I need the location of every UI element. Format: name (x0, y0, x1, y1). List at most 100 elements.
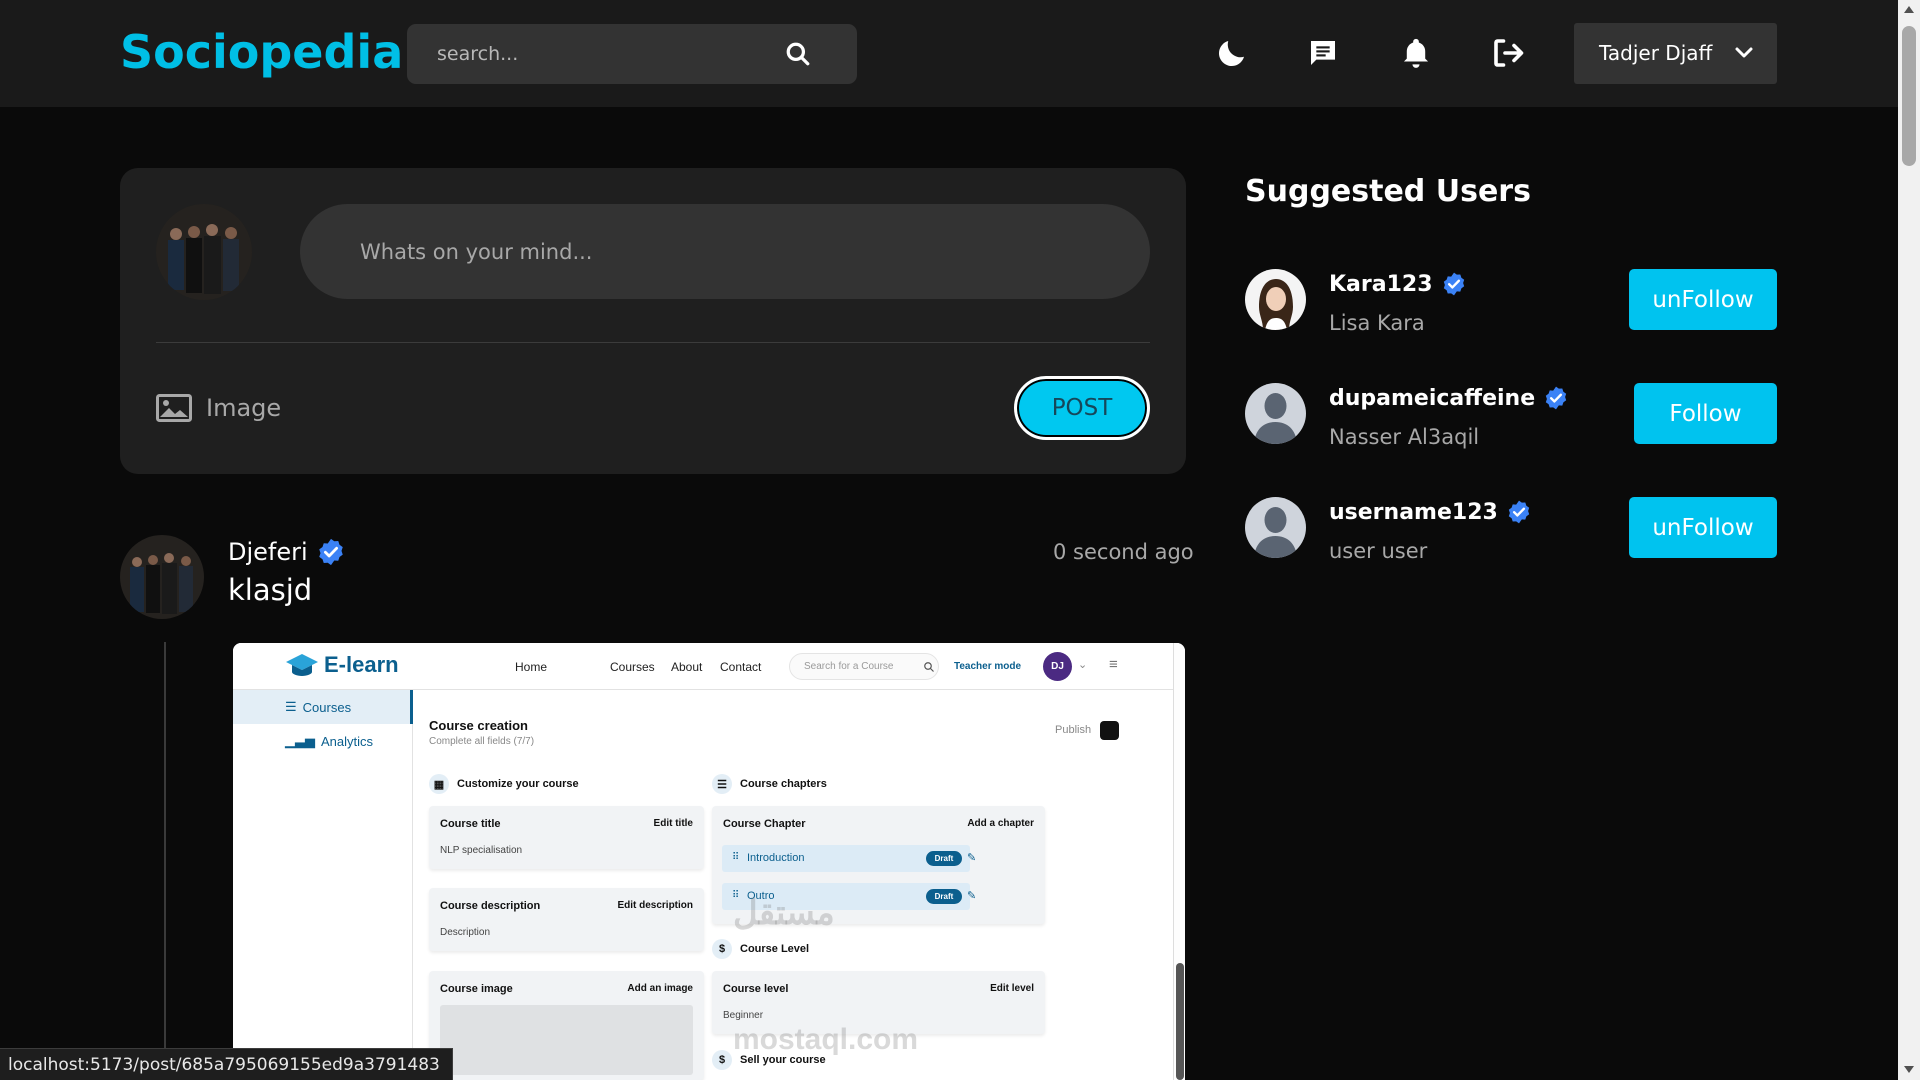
card-title: Course title (440, 818, 501, 830)
suggested-full-name: user user (1329, 539, 1428, 563)
post-image[interactable]: E-learn Home Courses About Contact Searc… (233, 643, 1185, 1080)
post-author-avatar[interactable] (120, 535, 204, 619)
elearn-avatar[interactable]: DJ (1043, 652, 1072, 681)
elearn-logo: E-learn (285, 652, 399, 678)
search-input[interactable] (437, 24, 777, 84)
edit-description-button[interactable]: Edit description (617, 900, 693, 911)
top-navbar: Sociopedia Tadjer Djaff (0, 0, 1898, 107)
chevron-down-icon (1735, 47, 1753, 58)
sidebar-item-label: Courses (302, 699, 352, 715)
search-icon (924, 662, 934, 672)
teacher-mode-link[interactable]: Teacher mode (954, 661, 1021, 672)
verified-icon (1508, 500, 1529, 524)
sidebar-item-courses[interactable]: ☰ Courses (233, 690, 413, 724)
add-chapter-button[interactable]: Add a chapter (967, 818, 1034, 829)
chapters-heading-label: Course chapters (740, 778, 827, 790)
add-image-label: Image (206, 394, 282, 422)
card-value: NLP specialisation (440, 845, 523, 856)
dollar-icon: $ (712, 939, 732, 959)
post-author-name[interactable]: Djeferi (228, 538, 308, 566)
elearn-nav-courses[interactable]: Courses (610, 660, 655, 674)
verified-icon (318, 538, 343, 566)
elearn-nav-contact[interactable]: Contact (720, 660, 761, 674)
suggested-user-row: username123 user user unFollow (1245, 497, 1777, 563)
suggested-username[interactable]: Kara123 (1329, 271, 1467, 297)
course-description-card: Course description Edit description Desc… (429, 888, 704, 951)
scroll-up-icon[interactable] (1904, 6, 1914, 13)
post-timestamp: 0 second ago (1053, 540, 1194, 564)
message-icon[interactable] (1303, 33, 1343, 73)
elearn-content: Course creation Complete all fields (7/7… (413, 690, 1173, 1080)
card-title: Course image (440, 983, 513, 995)
draft-badge: Draft (926, 889, 962, 904)
moon-icon[interactable] (1212, 33, 1252, 73)
edit-level-button[interactable]: Edit level (990, 983, 1034, 994)
course-creation-title: Course creation (429, 718, 528, 733)
elearn-search-placeholder: Search for a Course (804, 661, 894, 672)
customize-heading-label: Customize your course (457, 778, 579, 790)
list-icon: ☰ (285, 699, 297, 714)
elearn-logo-text: E-learn (324, 652, 399, 677)
dollar-icon: $ (712, 1050, 732, 1070)
avatar[interactable] (1245, 383, 1306, 444)
card-title: Course description (440, 900, 541, 912)
level-heading-label: Course Level (740, 943, 810, 955)
chapter-item[interactable]: ⠿ Introduction Draft ✎ (722, 845, 976, 872)
pencil-icon[interactable]: ✎ (967, 851, 976, 864)
add-image-button[interactable]: Image (156, 388, 281, 428)
verified-icon (1443, 272, 1464, 296)
post-author[interactable]: Djeferi (228, 537, 346, 567)
card-value: Description (440, 927, 491, 938)
chapter-name: Introduction (747, 852, 805, 864)
drag-handle-icon[interactable]: ⠿ (732, 852, 739, 863)
user-dropdown[interactable]: Tadjer Djaff (1574, 23, 1777, 84)
elearn-search[interactable]: Search for a Course (789, 653, 939, 680)
post-input-wrapper[interactable] (300, 204, 1150, 299)
verified-icon (1545, 386, 1567, 410)
edit-title-button[interactable]: Edit title (654, 818, 693, 829)
search-box[interactable] (407, 24, 857, 84)
level-heading: $ Course Level (712, 939, 809, 959)
page-scrollbar[interactable] (1898, 0, 1920, 1080)
chapters-heading: ☰ Course chapters (712, 774, 827, 794)
sidebar-item-analytics[interactable]: ▁▃▅ Analytics (233, 724, 413, 758)
elearn-topbar: E-learn Home Courses About Contact Searc… (233, 643, 1173, 690)
publish-button[interactable]: Publish (1055, 724, 1091, 736)
suggested-username[interactable]: username123 (1329, 499, 1532, 525)
scrollbar-thumb[interactable] (1902, 26, 1916, 166)
avatar[interactable] (156, 204, 252, 300)
unfollow-button[interactable]: unFollow (1629, 269, 1777, 330)
app-logo[interactable]: Sociopedia (120, 25, 403, 79)
follow-button[interactable]: Follow (1634, 383, 1777, 444)
chevron-down-icon[interactable]: ⌄ (1078, 658, 1087, 671)
suggested-username[interactable]: dupameicaffeine (1329, 385, 1569, 411)
suggested-full-name: Nasser Al3aqil (1329, 425, 1480, 449)
layout-icon: ▦ (429, 774, 449, 794)
avatar[interactable] (1245, 497, 1306, 558)
scroll-down-icon[interactable] (1904, 1066, 1914, 1073)
customize-heading: ▦ Customize your course (429, 774, 579, 794)
suggested-full-name: Lisa Kara (1329, 311, 1425, 335)
image-scrollbar-thumb (1176, 963, 1184, 1080)
card-value: Beginner (723, 1010, 764, 1021)
suggested-username-label[interactable]: dupameicaffeine (1329, 386, 1535, 411)
menu-icon[interactable]: ≡ (1109, 656, 1118, 673)
trash-icon[interactable] (1100, 721, 1119, 740)
bell-icon[interactable] (1396, 33, 1436, 73)
avatar[interactable] (1245, 269, 1306, 330)
pencil-icon[interactable]: ✎ (967, 889, 976, 902)
elearn-nav-about[interactable]: About (671, 660, 702, 674)
graduation-cap-icon (286, 654, 318, 676)
add-image-button[interactable]: Add an image (627, 983, 693, 994)
watermark: مستقل (733, 894, 835, 932)
post-button[interactable]: POST (1014, 376, 1150, 440)
elearn-nav-home[interactable]: Home (515, 660, 547, 674)
suggested-username-label[interactable]: username123 (1329, 500, 1498, 525)
unfollow-button[interactable]: unFollow (1629, 497, 1777, 558)
suggested-username-label[interactable]: Kara123 (1329, 272, 1433, 297)
post-input[interactable] (360, 204, 1120, 299)
thread-line (164, 642, 166, 1080)
search-icon[interactable] (785, 41, 811, 67)
browser-status-url: localhost:5173/post/685a795069155ed9a379… (0, 1048, 453, 1080)
logout-icon[interactable] (1488, 33, 1528, 73)
